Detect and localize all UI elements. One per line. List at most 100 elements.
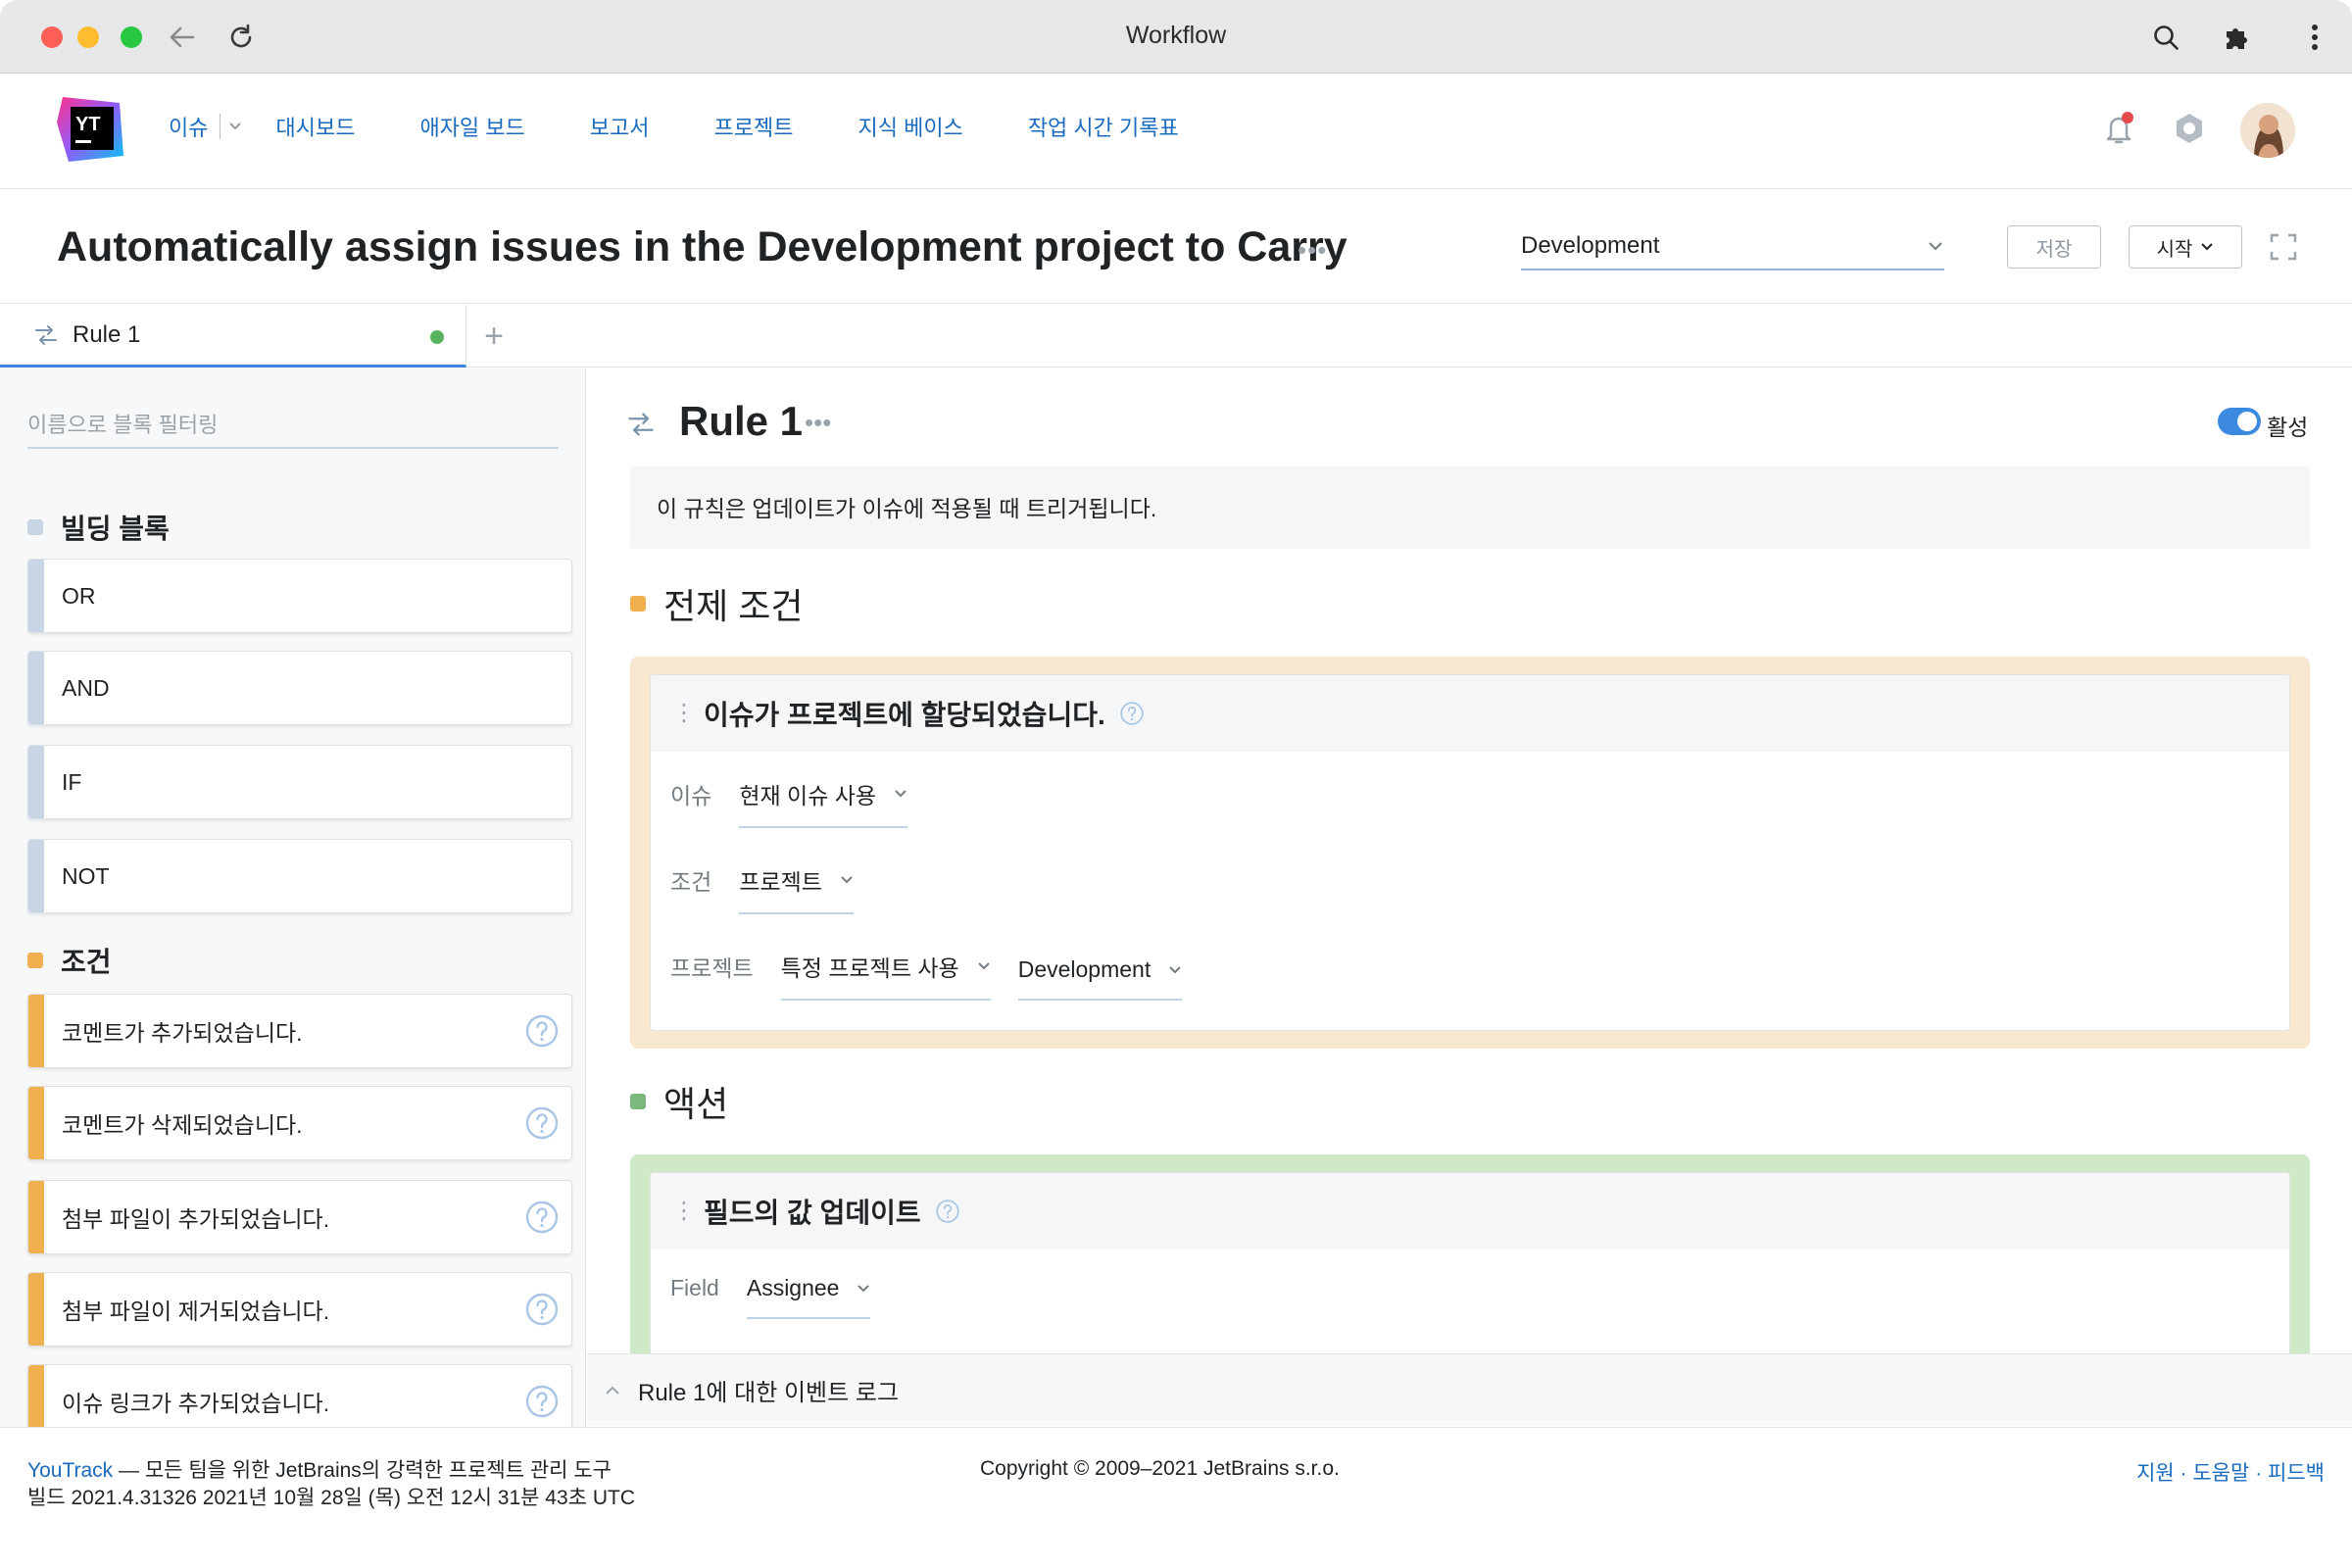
save-button[interactable]: 저장 <box>2007 225 2101 269</box>
chevron-down-icon <box>1929 242 1942 251</box>
rule-arrows-icon <box>35 324 57 345</box>
main-nav: 이슈 대시보드 애자일 보드 보고서 프로젝트 지식 베이스 작업 시간 기록표 <box>169 111 1244 142</box>
avatar[interactable] <box>2240 103 2295 158</box>
chevron-down-icon <box>895 790 906 798</box>
nav-item-reports[interactable]: 보고서 <box>590 111 650 142</box>
precondition-card: ⋮ 이슈가 프로젝트에 할당되었습니다. 이슈 현재 이슈 사용 조건 프로젝트… <box>650 674 2290 1031</box>
browser-chrome: Workflow <box>0 0 2352 74</box>
action-frame: ⋮ 필드의 값 업데이트 Field Assignee <box>630 1154 2310 1353</box>
block-or[interactable]: OR <box>27 559 572 633</box>
youtrack-logo[interactable]: YT <box>55 93 127 166</box>
start-button[interactable]: 시작 <box>2129 225 2242 269</box>
svg-text:YT: YT <box>75 114 101 135</box>
footer-copyright: Copyright © 2009–2021 JetBrains s.r.o. <box>980 1457 1340 1480</box>
chevron-up-icon <box>606 1386 619 1395</box>
event-log-label: Rule 1에 대한 이벤트 로그 <box>638 1380 900 1406</box>
help-circle-icon[interactable] <box>524 1200 560 1235</box>
block-if[interactable]: IF <box>27 745 572 819</box>
chevron-down-icon <box>1169 965 1181 973</box>
help-circle-icon[interactable] <box>524 1292 560 1327</box>
block-and[interactable]: AND <box>27 651 572 725</box>
tab-status-dot <box>430 330 444 344</box>
project-mode-select[interactable]: 특정 프로젝트 사용 <box>780 950 991 1001</box>
help-circle-icon[interactable] <box>524 1384 560 1419</box>
help-circle-icon[interactable] <box>1119 701 1145 726</box>
footer-info: YouTrack — 모든 팀을 위한 JetBrains의 강력한 프로젝트 … <box>27 1457 635 1512</box>
chevron-down-icon <box>2201 243 2214 251</box>
project-row: 프로젝트 특정 프로젝트 사용 Development <box>670 950 1209 1001</box>
project-select-value: Development <box>1521 232 1660 259</box>
puzzle-icon[interactable] <box>2217 18 2256 57</box>
nav-item-issues[interactable]: 이슈 <box>169 111 242 142</box>
field-row: Field Assignee <box>670 1275 898 1319</box>
support-link[interactable]: 지원 <box>2136 1462 2175 1485</box>
precondition-heading: 전제 조건 <box>630 578 803 629</box>
add-rule-button[interactable]: + <box>476 318 512 354</box>
condition-comment-added[interactable]: 코멘트가 추가되었습니다. <box>27 994 572 1068</box>
search-icon[interactable] <box>2146 18 2185 57</box>
condition-row: 조건 프로젝트 <box>670 863 881 914</box>
card-title: 필드의 값 업데이트 <box>704 1198 921 1228</box>
block-filter-input[interactable]: 이름으로 블록 필터링 <box>27 402 559 449</box>
bell-icon[interactable] <box>2095 105 2142 152</box>
action-card: ⋮ 필드의 값 업데이트 Field Assignee <box>650 1172 2290 1353</box>
condition-attachment-added[interactable]: 첨부 파일이 추가되었습니다. <box>27 1180 572 1254</box>
condition-attachment-removed[interactable]: 첨부 파일이 제거되었습니다. <box>27 1272 572 1347</box>
footer-links: 지원 · 도움말 · 피드백 <box>2136 1462 2325 1485</box>
rule-description: 이 규칙은 업데이트가 이슈에 적용될 때 트리거됩니다. <box>630 466 2310 549</box>
nav-item-timesheets[interactable]: 작업 시간 기록표 <box>1028 111 1179 142</box>
window-title: Workflow <box>1125 22 1227 49</box>
rule-editor: Rule 1 ••• 활성 이 규칙은 업데이트가 이슈에 적용될 때 트리거됩… <box>587 368 2352 1353</box>
project-select[interactable]: Development <box>1521 223 1944 270</box>
rule-active-toggle[interactable] <box>2218 408 2261 435</box>
drag-handle-icon[interactable]: ⋮ <box>672 702 696 725</box>
footer-build: 빌드 2021.4.31326 2021년 10월 28일 (목) 오전 12시… <box>27 1487 635 1509</box>
rule-tabs: Rule 1 + <box>0 305 2352 368</box>
conditions-color <box>27 953 43 968</box>
action-color <box>630 1094 646 1109</box>
browser-window: Workflow YT 이슈 대시보드 애자일 보드 보고서 프로젝트 지식 베… <box>0 0 2352 1568</box>
chevron-down-icon <box>858 1284 870 1292</box>
condition-select[interactable]: 프로젝트 <box>739 863 854 914</box>
app-header: YT 이슈 대시보드 애자일 보드 보고서 프로젝트 지식 베이스 작업 시간 … <box>0 74 2352 189</box>
nav-item-dashboards[interactable]: 대시보드 <box>275 111 355 142</box>
chevron-down-icon[interactable] <box>228 122 242 131</box>
help-circle-icon[interactable] <box>935 1199 960 1224</box>
fullscreen-icon[interactable] <box>2268 231 2299 263</box>
chevron-down-icon <box>977 962 990 970</box>
conditions-heading: 조건 <box>27 941 112 980</box>
project-value-select[interactable]: Development <box>1017 956 1183 1001</box>
drag-handle-icon[interactable]: ⋮ <box>672 1200 696 1223</box>
nav-item-projects[interactable]: 프로젝트 <box>714 111 794 142</box>
rule-title: Rule 1 <box>679 398 804 444</box>
card-header: ⋮ 필드의 값 업데이트 <box>651 1173 2289 1250</box>
feedback-link[interactable]: 피드백 <box>2268 1462 2325 1485</box>
issue-row: 이슈 현재 이슈 사용 <box>670 777 935 828</box>
rule-arrows-icon <box>628 413 654 436</box>
building-blocks-heading: 빌딩 블록 <box>27 508 170 547</box>
kebab-icon[interactable] <box>2295 18 2334 57</box>
precondition-color <box>630 596 646 612</box>
precondition-frame: ⋮ 이슈가 프로젝트에 할당되었습니다. 이슈 현재 이슈 사용 조건 프로젝트… <box>630 657 2310 1049</box>
tab-label: Rule 1 <box>73 320 141 348</box>
more-options-icon[interactable]: ••• <box>1298 235 1327 266</box>
help-hexagon-icon[interactable] <box>2166 105 2213 152</box>
footer-tagline: — 모든 팀을 위한 JetBrains의 강력한 프로젝트 관리 도구 <box>113 1459 612 1482</box>
nav-item-agile-boards[interactable]: 애자일 보드 <box>419 111 524 142</box>
footer: YouTrack — 모든 팀을 위한 JetBrains의 강력한 프로젝트 … <box>0 1427 2352 1568</box>
nav-item-knowledge-base[interactable]: 지식 베이스 <box>858 111 962 142</box>
help-circle-icon[interactable] <box>524 1013 560 1049</box>
youtrack-link[interactable]: YouTrack <box>27 1459 113 1482</box>
building-blocks-color <box>27 519 43 535</box>
field-select[interactable]: Assignee <box>746 1275 871 1319</box>
help-link[interactable]: 도움말 <box>2192 1462 2249 1485</box>
condition-comment-deleted[interactable]: 코멘트가 삭제되었습니다. <box>27 1086 572 1160</box>
condition-issue-link-added[interactable]: 이슈 링크가 추가되었습니다. <box>27 1364 572 1427</box>
issue-select[interactable]: 현재 이슈 사용 <box>739 777 908 828</box>
tab-rule-1[interactable]: Rule 1 <box>0 305 466 368</box>
help-circle-icon[interactable] <box>524 1105 560 1141</box>
event-log-toggle[interactable]: Rule 1에 대한 이벤트 로그 <box>587 1353 2352 1426</box>
rule-more-icon[interactable]: ••• <box>805 408 831 438</box>
block-not[interactable]: NOT <box>27 839 572 913</box>
rule-active-label: 활성 <box>2267 415 2309 440</box>
